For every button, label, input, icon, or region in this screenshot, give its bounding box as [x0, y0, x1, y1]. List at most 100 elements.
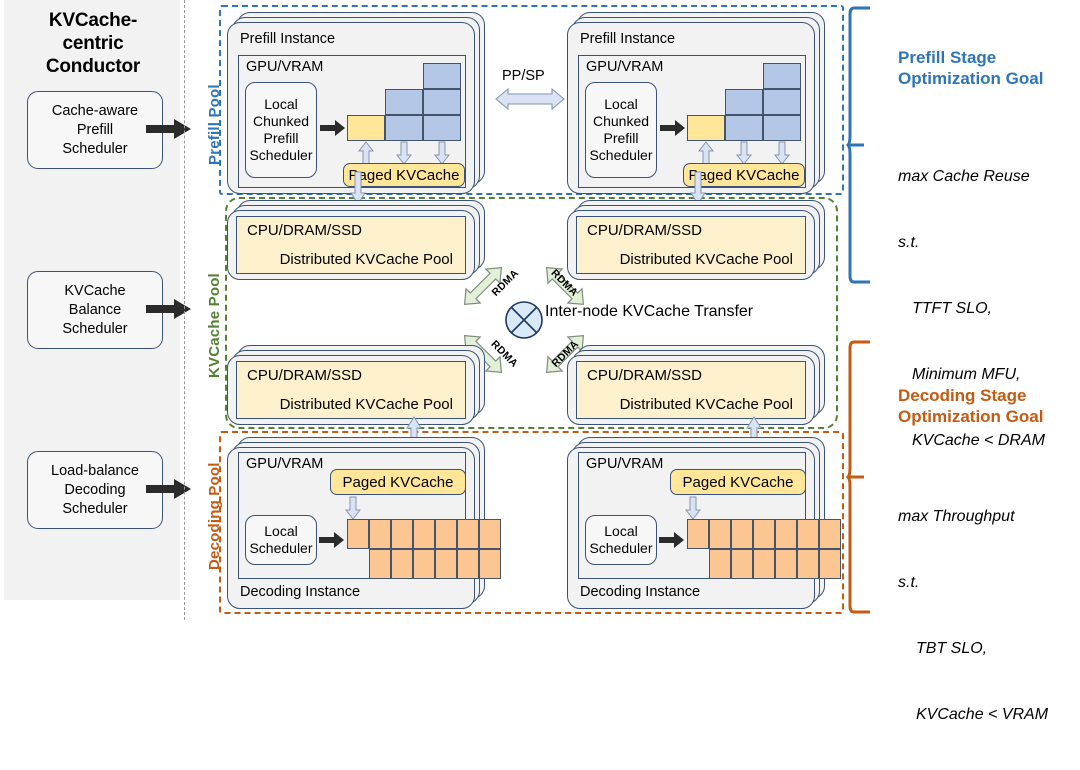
chunk-cell: [347, 115, 385, 141]
batch-cell: [369, 519, 391, 549]
cpu-dram-ssd-label: CPU/DRAM/SSD: [587, 222, 703, 239]
local-chunked-prefill-scheduler-label: Local Chunked Prefill Scheduler: [589, 96, 653, 163]
card-front: CPU/DRAM/SSD Distributed KVCache Pool: [227, 210, 475, 280]
decoding-instance-0[interactable]: GPU/VRAM Paged KVCache Local Scheduler D…: [227, 437, 501, 609]
batch-cell: [709, 519, 731, 549]
chunk-cell: [423, 63, 461, 89]
chunk-cell: [725, 89, 763, 115]
kvcache-node-0[interactable]: CPU/DRAM/SSD Distributed KVCache Pool: [227, 200, 485, 280]
prefill-instance-label: Prefill Instance: [240, 31, 336, 47]
card-front: GPU/VRAM Paged KVCache Local Scheduler D…: [227, 447, 501, 609]
prefill-goal-constraint: Minimum MFU,: [912, 366, 1021, 383]
card-front: GPU/VRAM Paged KVCache Local Scheduler D…: [567, 447, 841, 609]
chunk-to-cache-down-arrow-icon: [735, 141, 753, 165]
pool-label-kvcache: KVCache Pool: [206, 273, 223, 378]
prefill-instance-0[interactable]: Prefill Instance GPU/VRAM Local Chunked Pr…: [227, 12, 485, 194]
decoding-goal-body: max Throughput s.t. TBT SLO, KVCache < V…: [898, 462, 1048, 770]
paged-kvcache-box[interactable]: Paged KVCache: [670, 469, 806, 495]
scheduler-to-batch-arrow-icon: [659, 532, 684, 548]
batch-cell: [709, 549, 731, 579]
local-chunked-prefill-scheduler-box[interactable]: Local Chunked Prefill Scheduler: [245, 82, 317, 178]
prefill-goal-subject-to: s.t.: [898, 234, 920, 251]
prefill-goal-constraint: TTFT SLO,: [912, 300, 992, 317]
batch-cell: [435, 549, 457, 579]
card-front: CPU/DRAM/SSD Distributed KVCache Pool: [567, 210, 815, 280]
conductor-title-line-2: centric: [62, 33, 124, 54]
distributed-kvcache-pool-label: Distributed KVCache Pool: [279, 251, 453, 268]
decoding-goal-constraint: TBT SLO,: [916, 640, 988, 657]
paged-kvcache-label: Paged KVCache: [682, 473, 794, 491]
distributed-kvcache-pool-label: Distributed KVCache Pool: [619, 396, 793, 413]
decoding-gpu-vram-box: GPU/VRAM Paged KVCache Local Scheduler: [238, 452, 501, 579]
batch-cell: [391, 549, 413, 579]
card-front: CPU/DRAM/SSD Distributed KVCache Pool: [227, 355, 475, 425]
paged-kvcache-label: Paged KVCache: [342, 473, 454, 491]
local-scheduler-box[interactable]: Local Scheduler: [245, 515, 317, 565]
kvcache-balance-scheduler[interactable]: KVCache Balance Scheduler: [27, 271, 163, 349]
load-balance-decoding-scheduler[interactable]: Load-balance Decoding Scheduler: [27, 451, 163, 529]
batch-cell: [819, 549, 841, 579]
cache-to-batch-down-arrow-icon: [344, 496, 362, 520]
prefill-goal-bracket-icon: [845, 6, 870, 284]
batch-cell: [413, 519, 435, 549]
pp-sp-label: PP/SP: [502, 68, 545, 84]
decoding-gpu-vram-box: GPU/VRAM Paged KVCache Local Scheduler: [578, 452, 841, 579]
prefill-goal-title-line-1: Prefill Stage: [898, 48, 997, 67]
prefill-gpu-vram-box: GPU/VRAM LocalChunkedPrefillScheduler: [578, 55, 806, 188]
cpu-dram-ssd-box: CPU/DRAM/SSD Distributed KVCache Pool: [576, 361, 806, 419]
load-balance-decoding-scheduler-label: Load-balance Decoding Scheduler: [51, 462, 139, 517]
cpu-dram-ssd-label: CPU/DRAM/SSD: [587, 367, 703, 384]
cpu-dram-ssd-box: CPU/DRAM/SSD Distributed KVCache Pool: [236, 361, 466, 419]
prefill-instance-label: Prefill Instance: [580, 31, 676, 47]
batch-cell: [435, 519, 457, 549]
chunk-to-cache-down-arrow-icon: [395, 141, 413, 165]
chunk-cell: [423, 89, 461, 115]
cache-to-batch-down-arrow-icon: [684, 496, 702, 520]
conductor-title-line-1: KVCache-: [48, 10, 138, 31]
prefill-goal-constraint: KVCache < DRAM: [912, 432, 1045, 449]
prefill-goal-title: Prefill Stage Optimization Goal: [898, 47, 1043, 89]
scheduler-to-chunks-arrow-icon: [320, 120, 345, 136]
local-scheduler-box[interactable]: Local Scheduler: [585, 515, 657, 565]
chunk-cell: [763, 115, 801, 141]
dispatch-arrow-prefill-icon: [146, 119, 191, 139]
decoding-goal-constraint: KVCache < VRAM: [916, 706, 1049, 723]
decoding-gpu-vram-label: GPU/VRAM: [586, 456, 664, 472]
batch-cell: [797, 519, 819, 549]
decoding-goal-bracket-icon: [845, 340, 870, 614]
chunk-to-cache-down-arrow-icon: [773, 141, 791, 165]
cache-aware-prefill-scheduler-label: Cache-aware Prefill Scheduler: [51, 102, 139, 157]
cpu-dram-ssd-box: CPU/DRAM/SSD Distributed KVCache Pool: [236, 216, 466, 274]
vertical-divider: [184, 0, 185, 620]
chunk-cell: [423, 115, 461, 141]
chunk-cell: [763, 89, 801, 115]
decoding-goal-title-line-2: Optimization Goal: [898, 407, 1044, 426]
cache-aware-prefill-scheduler[interactable]: Cache-aware Prefill Scheduler: [27, 91, 163, 169]
chunk-to-cache-up-arrow-icon: [697, 141, 715, 165]
batch-cell: [413, 549, 435, 579]
paged-kvcache-box[interactable]: Paged KVCache: [330, 469, 466, 495]
scheduler-to-batch-arrow-icon: [319, 532, 344, 548]
dispatch-arrow-kvcache-icon: [146, 299, 191, 319]
prefill-goal-body: max Cache Reuse s.t. TTFT SLO, Minimum M…: [898, 122, 1045, 496]
card-front: Prefill Instance GPU/VRAM Local Chunked Pr…: [567, 22, 815, 194]
decoding-instance-label: Decoding Instance: [240, 584, 361, 600]
decoding-instance-1[interactable]: GPU/VRAM Paged KVCache Local Scheduler D…: [567, 437, 841, 609]
local-chunked-prefill-scheduler-box[interactable]: Local Chunked Prefill Scheduler: [585, 82, 657, 178]
batch-cell: [457, 549, 479, 579]
decoding-gpu-vram-label: GPU/VRAM: [246, 456, 324, 472]
kvcache-balance-scheduler-label: KVCache Balance Scheduler: [62, 282, 128, 337]
distributed-kvcache-pool-label: Distributed KVCache Pool: [619, 251, 793, 268]
prefill-gpu-vram-label: GPU/VRAM: [246, 59, 324, 75]
batch-cell: [797, 549, 819, 579]
chunk-cell: [385, 89, 423, 115]
kvcache-node-3[interactable]: CPU/DRAM/SSD Distributed KVCache Pool: [567, 345, 825, 425]
kvcache-node-1[interactable]: CPU/DRAM/SSD Distributed KVCache Pool: [567, 200, 825, 280]
batch-cell: [391, 519, 413, 549]
kvcache-node-2[interactable]: CPU/DRAM/SSD Distributed KVCache Pool: [227, 345, 485, 425]
decoding-instance-label: Decoding Instance: [580, 584, 701, 600]
chunk-cell: [763, 63, 801, 89]
cpu-dram-ssd-box: CPU/DRAM/SSD Distributed KVCache Pool: [576, 216, 806, 274]
prefill-instance-1[interactable]: Prefill Instance GPU/VRAM Local Chunked Pr…: [567, 12, 825, 194]
conductor-title: KVCache- centric Conductor: [5, 9, 181, 78]
